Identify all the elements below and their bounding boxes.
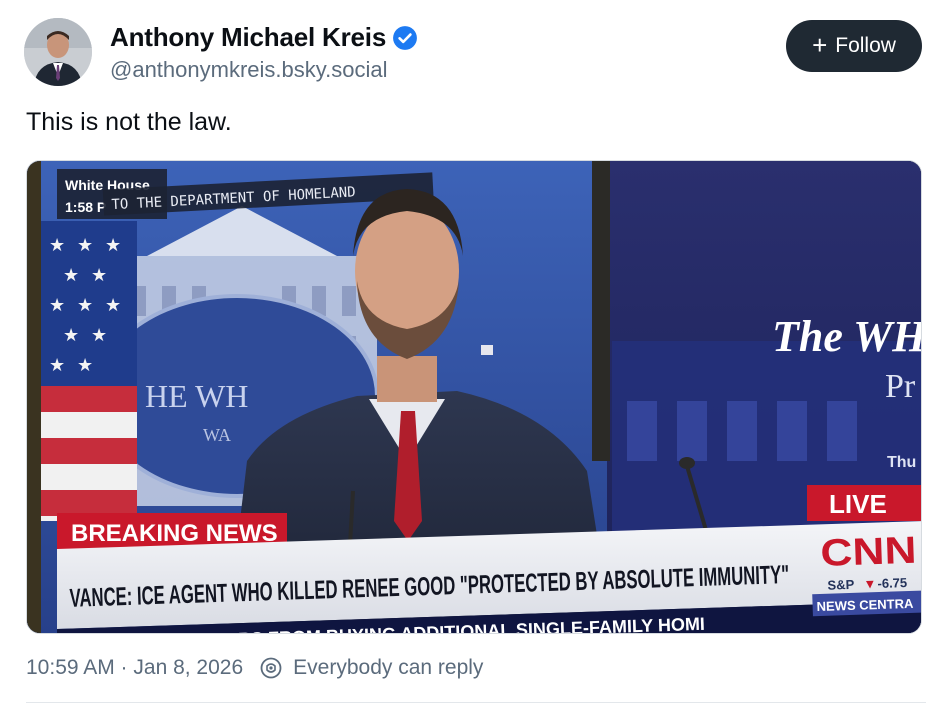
market-label: S&P — [827, 577, 855, 593]
backdrop-left-subtext: WA — [203, 425, 231, 445]
svg-text:★: ★ — [105, 295, 121, 316]
svg-text:★: ★ — [77, 295, 93, 316]
backdrop-left-text: HE WH — [145, 378, 248, 414]
tv-screenshot: HE WH WA ★ ★ ★ ★ ★ ★ ★ ★ ★ ★ ★ ★ White House 1:… — [27, 161, 922, 633]
author-handle[interactable]: @anthonymkreis.bsky.social — [110, 57, 418, 83]
follow-label: Follow — [835, 34, 896, 57]
svg-text:★: ★ — [91, 325, 107, 346]
backdrop-right-subtext: Pr — [885, 368, 916, 405]
post-text: This is not the law. — [26, 108, 232, 136]
market-change: -6.75 — [877, 575, 907, 591]
bottom-divider — [26, 702, 926, 703]
display-name-row: Anthony Michael Kreis — [110, 22, 418, 53]
backdrop-right-subtext2: Thu — [887, 454, 916, 471]
avatar[interactable] — [24, 18, 92, 86]
network-logo: CNN — [820, 530, 917, 575]
svg-text:★: ★ — [77, 235, 93, 256]
reply-restriction-icon — [259, 656, 283, 680]
live-label: LIVE — [829, 489, 887, 519]
studio-time: 1:58 P — [65, 199, 106, 215]
svg-text:★: ★ — [49, 235, 65, 256]
author-display-name[interactable]: Anthony Michael Kreis — [110, 22, 386, 53]
svg-text:★: ★ — [63, 265, 79, 286]
post-image[interactable]: HE WH WA ★ ★ ★ ★ ★ ★ ★ ★ ★ ★ ★ ★ White House 1:… — [26, 160, 922, 634]
svg-text:★: ★ — [91, 265, 107, 286]
post-meta: 10:59 AM · Jan 8, 2026 Everybody can rep… — [26, 656, 483, 680]
svg-text:★: ★ — [49, 355, 65, 376]
post-timestamp[interactable]: 10:59 AM · Jan 8, 2026 — [26, 656, 243, 680]
verified-badge-icon — [392, 25, 418, 51]
backdrop-right-text: The WH — [772, 312, 922, 361]
svg-text:★: ★ — [77, 355, 93, 376]
market-down-icon: ▼ — [863, 576, 876, 591]
svg-text:★: ★ — [49, 295, 65, 316]
post-header: Anthony Michael Kreis @anthonymkreis.bsk… — [24, 18, 922, 90]
svg-text:★: ★ — [105, 235, 121, 256]
svg-text:★: ★ — [63, 325, 79, 346]
plus-icon: + — [812, 30, 828, 60]
follow-button[interactable]: + Follow — [786, 20, 922, 72]
reply-setting: Everybody can reply — [293, 656, 484, 679]
avatar-image — [24, 18, 92, 86]
author-names: Anthony Michael Kreis @anthonymkreis.bsk… — [110, 22, 418, 83]
